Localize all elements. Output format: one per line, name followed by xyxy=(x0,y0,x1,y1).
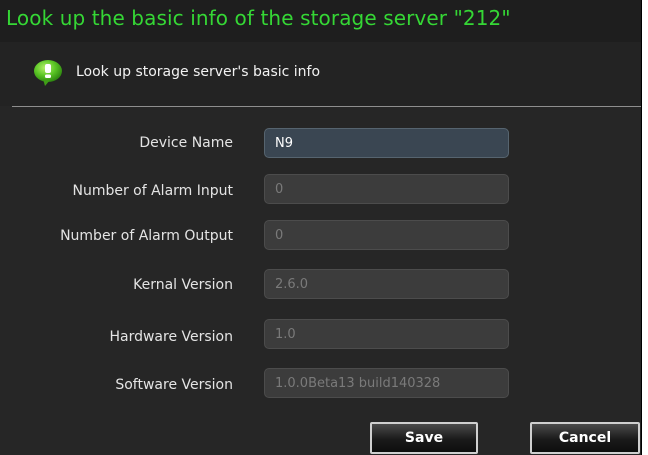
hardware-version-label: Hardware Version xyxy=(109,329,233,345)
kernal-version-field xyxy=(264,269,509,299)
dialog-title: Look up the basic info of the storage se… xyxy=(6,6,511,30)
title-bar: Look up the basic info of the storage se… xyxy=(0,0,641,42)
subheader: Look up storage server's basic info xyxy=(0,42,641,106)
software-version-label: Software Version xyxy=(115,377,233,393)
server-info-dialog: Look up the basic info of the storage se… xyxy=(0,0,642,455)
alarm-output-label: Number of Alarm Output xyxy=(60,228,233,244)
alarm-input-label: Number of Alarm Input xyxy=(72,183,233,199)
save-button[interactable]: Save xyxy=(370,422,478,454)
subheader-label: Look up storage server's basic info xyxy=(76,64,321,80)
kernal-version-label: Kernal Version xyxy=(133,277,233,293)
alarm-input-field xyxy=(264,174,509,204)
device-name-label: Device Name xyxy=(139,135,233,151)
hardware-version-field xyxy=(264,319,509,349)
divider xyxy=(12,106,641,107)
alarm-output-field xyxy=(264,220,509,250)
info-bubble-icon xyxy=(34,60,62,86)
software-version-field xyxy=(264,368,509,398)
cancel-button[interactable]: Cancel xyxy=(530,422,640,454)
device-name-input[interactable] xyxy=(264,128,509,158)
